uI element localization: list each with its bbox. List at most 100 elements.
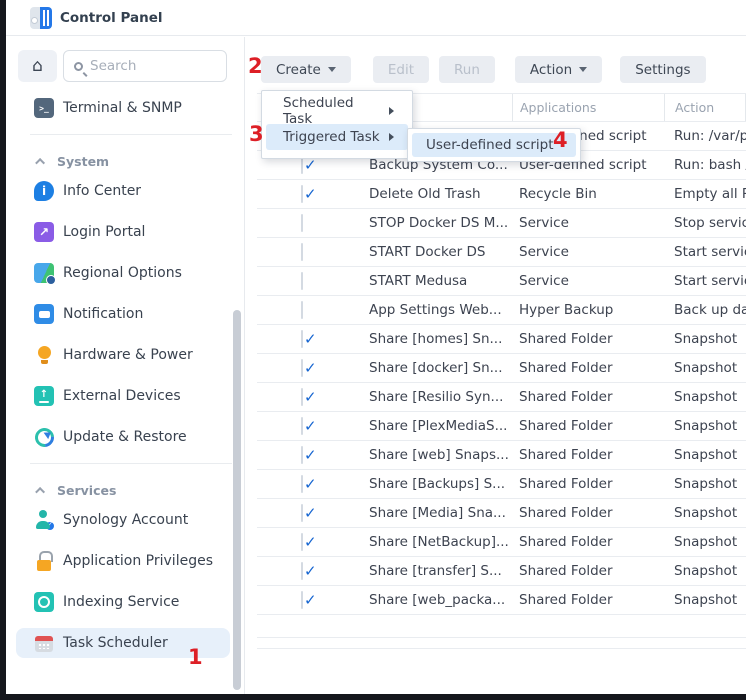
sidebar-item-notification[interactable]: Notification xyxy=(16,299,230,329)
synology-account-icon xyxy=(34,510,54,530)
menu-item-triggered-task[interactable]: Triggered Task xyxy=(266,124,408,150)
submenu-arrow-icon xyxy=(389,107,398,115)
cell-action: Snapshot xyxy=(664,389,746,405)
row-checkbox[interactable] xyxy=(301,388,303,406)
cell-task-name: Share [docker] Sn... xyxy=(357,360,512,376)
row-checkbox[interactable] xyxy=(301,446,303,464)
menu-item-user-defined-script[interactable]: User-defined script xyxy=(412,133,576,157)
row-checkbox[interactable] xyxy=(301,475,303,493)
table-row[interactable]: Share [Resilio Syn... Shared Folder Snap… xyxy=(257,383,746,412)
table-row[interactable]: Delete Old Trash Recycle Bin Empty all R xyxy=(257,180,746,209)
sidebar-item-indexing-service[interactable]: Indexing Service xyxy=(16,587,230,617)
cell-task-name: Delete Old Trash xyxy=(357,186,512,202)
cell-applications: Shared Folder xyxy=(512,360,664,376)
action-button[interactable]: Action xyxy=(515,56,602,83)
sidebar-item-label: Terminal & SNMP xyxy=(63,100,182,116)
cell-applications: Shared Folder xyxy=(512,331,664,347)
cell-action: Start servic xyxy=(664,244,746,260)
home-button[interactable]: ⌂ xyxy=(18,50,57,82)
run-button-label: Run xyxy=(454,62,480,78)
row-checkbox[interactable] xyxy=(301,417,303,435)
sidebar-group-services[interactable]: Services xyxy=(16,475,230,505)
header-applications[interactable]: Applications xyxy=(512,94,664,121)
control-panel-icon xyxy=(30,7,52,29)
empty-row-divider xyxy=(257,637,746,638)
sidebar-item-label: Info Center xyxy=(63,183,141,199)
sidebar-group-system[interactable]: System xyxy=(16,146,230,176)
cell-task-name: START Medusa xyxy=(357,273,512,289)
sidebar-scrollbar[interactable] xyxy=(233,310,241,690)
caret-down-icon xyxy=(579,67,587,76)
empty-row-divider xyxy=(257,648,746,649)
table-row[interactable]: Share [homes] Sn... Shared Folder Snapsh… xyxy=(257,325,746,354)
run-button[interactable]: Run xyxy=(439,56,495,83)
cell-action: Snapshot xyxy=(664,563,746,579)
table-row[interactable]: STOP Docker DS M... Service Stop servic xyxy=(257,209,746,238)
cell-action: Run: /var/p xyxy=(664,128,746,144)
cell-action: Back up dat xyxy=(664,302,746,318)
cell-applications: Shared Folder xyxy=(512,505,664,521)
cell-task-name: App Settings Web... xyxy=(357,302,512,318)
row-checkbox[interactable] xyxy=(301,272,303,290)
menu-item-scheduled-task[interactable]: Scheduled Task xyxy=(266,98,408,124)
application-privileges-icon xyxy=(34,551,54,571)
table-row[interactable]: App Settings Web... Hyper Backup Back up… xyxy=(257,296,746,325)
annotation-1: 1 xyxy=(188,646,203,668)
notification-icon xyxy=(34,304,54,324)
action-button-label: Action xyxy=(530,62,572,78)
sidebar-item-regional-options[interactable]: Regional Options xyxy=(16,258,230,288)
table-row[interactable]: Share [Backups] S... Shared Folder Snaps… xyxy=(257,470,746,499)
sidebar-item-update-restore[interactable]: Update & Restore xyxy=(16,422,230,452)
row-checkbox[interactable] xyxy=(301,533,303,551)
table-row[interactable]: Share [web_packa... Shared Folder Snapsh… xyxy=(257,586,746,615)
table-row[interactable]: START Medusa Service Start servic xyxy=(257,267,746,296)
home-icon: ⌂ xyxy=(32,56,43,76)
row-checkbox[interactable] xyxy=(301,301,303,319)
search-input[interactable]: Search xyxy=(63,50,227,82)
create-button[interactable]: Create xyxy=(261,56,351,83)
sidebar-item-login-portal[interactable]: ↗ Login Portal xyxy=(16,217,230,247)
cell-applications: Shared Folder xyxy=(512,534,664,550)
row-checkbox[interactable] xyxy=(301,504,303,522)
settings-button[interactable]: Settings xyxy=(620,56,705,83)
sidebar-item-info-center[interactable]: i Info Center xyxy=(16,176,230,206)
header-action[interactable]: Action xyxy=(664,94,746,121)
task-scheduler-panel: Create Edit Run Action Settings xyxy=(245,37,746,694)
update-restore-icon xyxy=(34,427,54,447)
sidebar-item-application-privileges[interactable]: Application Privileges xyxy=(16,546,230,576)
row-checkbox[interactable] xyxy=(301,591,303,609)
row-checkbox[interactable] xyxy=(301,214,303,232)
table-row[interactable]: Share [Media] Sna... Shared Folder Snaps… xyxy=(257,499,746,528)
sidebar-item-label: Update & Restore xyxy=(63,429,187,445)
row-checkbox[interactable] xyxy=(301,330,303,348)
sidebar-item-label: Notification xyxy=(63,306,143,322)
sidebar-item-terminal-snmp[interactable]: >_ Terminal & SNMP xyxy=(16,93,230,123)
sidebar-item-hardware-power[interactable]: Hardware & Power xyxy=(16,340,230,370)
table-row[interactable]: START Docker DS Service Start servic xyxy=(257,238,746,267)
table-row[interactable]: Share [NetBackup]... Shared Folder Snaps… xyxy=(257,528,746,557)
cell-action: Snapshot xyxy=(664,418,746,434)
table-row[interactable]: Share [PlexMediaS... Shared Folder Snaps… xyxy=(257,412,746,441)
menu-item-label: Triggered Task xyxy=(283,129,380,145)
group-label: Services xyxy=(57,483,116,498)
row-checkbox[interactable] xyxy=(301,359,303,377)
create-dropdown-menu: Scheduled Task Triggered Task xyxy=(261,90,413,159)
row-checkbox[interactable] xyxy=(301,243,303,261)
cell-applications: Shared Folder xyxy=(512,447,664,463)
cell-task-name: Share [homes] Sn... xyxy=(357,331,512,347)
sidebar-item-synology-account[interactable]: Synology Account xyxy=(16,505,230,535)
row-checkbox[interactable] xyxy=(301,562,303,580)
sidebar-item-external-devices[interactable]: ↑ External Devices xyxy=(16,381,230,411)
table-row[interactable]: Share [docker] Sn... Shared Folder Snaps… xyxy=(257,354,746,383)
terminal-icon: >_ xyxy=(34,98,54,118)
table-row[interactable]: Share [web] Snaps... Shared Folder Snaps… xyxy=(257,441,746,470)
sidebar-item-label: Synology Account xyxy=(63,512,188,528)
menu-item-label: Scheduled Task xyxy=(283,95,383,127)
cell-applications: Service xyxy=(512,215,664,231)
sidebar-item-label: Hardware & Power xyxy=(63,347,193,363)
cell-task-name: Share [Backups] S... xyxy=(357,476,512,492)
row-checkbox[interactable] xyxy=(301,185,303,203)
edit-button[interactable]: Edit xyxy=(373,56,429,83)
table-row[interactable]: Share [transfer] S... Shared Folder Snap… xyxy=(257,557,746,586)
sidebar-item-label: Login Portal xyxy=(63,224,145,240)
